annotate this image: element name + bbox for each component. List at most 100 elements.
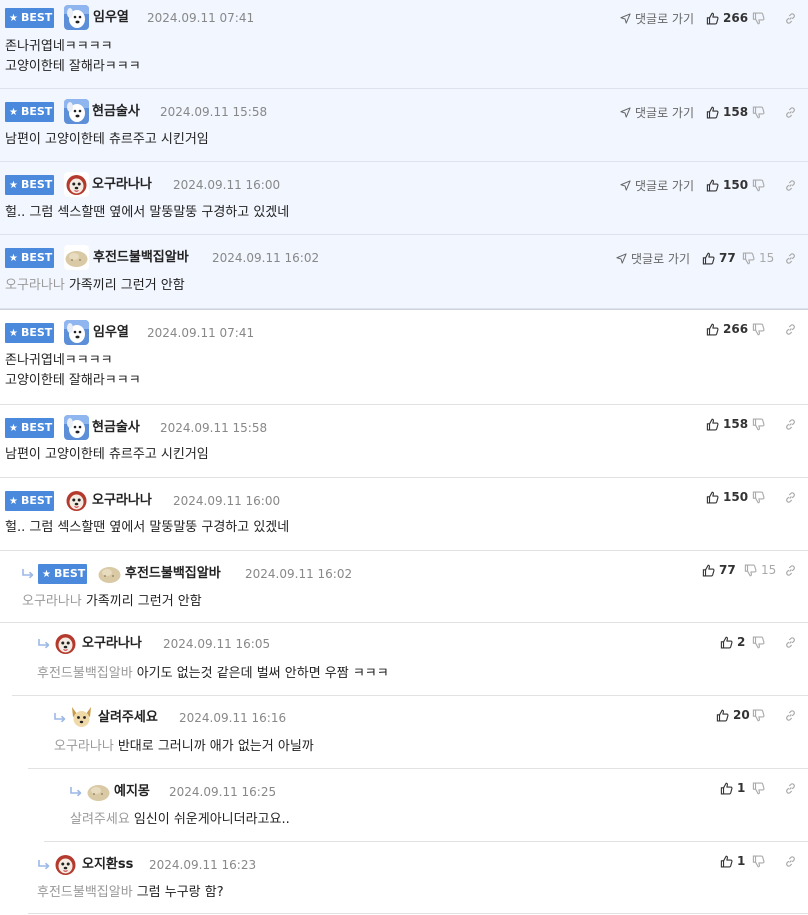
reply-arrow-icon: [53, 712, 67, 724]
best-label: BEST: [20, 178, 53, 191]
like-button[interactable]: 158: [706, 417, 752, 431]
link-icon: [784, 179, 797, 192]
comment-line: 존나귀엽네ㅋㅋㅋㅋ: [5, 353, 113, 368]
like-button[interactable]: 266: [706, 322, 752, 336]
comment-author[interactable]: 예지몽: [114, 782, 150, 802]
star-icon: ★: [9, 423, 18, 434]
mention-author[interactable]: 후전드불백집알바: [37, 885, 133, 900]
user-avatar[interactable]: [69, 705, 94, 730]
user-avatar[interactable]: [64, 172, 89, 197]
thumbs-down-icon: [752, 179, 765, 192]
goto-comment-button[interactable]: 댓글로 가기: [620, 104, 694, 121]
link-button[interactable]: [782, 179, 798, 192]
dislike-button[interactable]: [752, 709, 782, 722]
link-button[interactable]: [782, 491, 798, 504]
dislike-button[interactable]: [752, 12, 782, 25]
comment-author[interactable]: 임우열: [93, 323, 129, 343]
mention-author[interactable]: 오구라나나: [5, 278, 65, 293]
link-button[interactable]: [782, 782, 798, 795]
comment-author[interactable]: 후전드불백집알바: [93, 248, 189, 268]
dislike-button[interactable]: [752, 323, 782, 336]
link-button[interactable]: [782, 418, 798, 431]
thumbs-down-icon: [752, 782, 765, 795]
link-button[interactable]: [782, 12, 798, 25]
mention-author[interactable]: 후전드불백집알바: [37, 666, 133, 681]
comment-actions: 266: [706, 319, 798, 339]
goto-comment-button[interactable]: 댓글로 가기: [620, 10, 694, 27]
dislike-button[interactable]: 15: [744, 563, 782, 577]
comment-actions: 150: [706, 487, 798, 507]
dislike-button[interactable]: [752, 636, 782, 649]
comment-actions: 158: [706, 414, 798, 434]
link-button[interactable]: [782, 709, 798, 722]
link-button[interactable]: [782, 855, 798, 868]
comment-author[interactable]: 오지환ss: [82, 855, 133, 875]
goto-comment-button[interactable]: 댓글로 가기: [620, 177, 694, 194]
send-arrow-icon: [620, 13, 631, 24]
link-button[interactable]: [782, 252, 798, 265]
thumbs-down-icon: [752, 106, 765, 119]
comment-actions: 2: [720, 632, 798, 652]
user-avatar[interactable]: [64, 415, 89, 440]
comment-author[interactable]: 현금술사: [92, 102, 140, 122]
like-button[interactable]: 1: [720, 781, 752, 795]
thumbs-down-icon: [742, 252, 755, 265]
comment-author[interactable]: 오구라나나: [92, 491, 152, 511]
dislike-button[interactable]: [752, 418, 782, 431]
comment-body: 오구라나나 가족끼리 그런거 안함: [22, 592, 202, 612]
comment-author[interactable]: 오구라나나: [82, 634, 142, 654]
dislike-button[interactable]: 15: [742, 251, 782, 265]
dislike-button[interactable]: [752, 491, 782, 504]
comment-author[interactable]: 현금술사: [92, 418, 140, 438]
best-label: BEST: [20, 494, 53, 507]
user-avatar[interactable]: [97, 561, 122, 586]
goto-label: 댓글로 가기: [634, 105, 694, 120]
user-avatar[interactable]: [64, 245, 89, 270]
like-button[interactable]: 20: [716, 708, 752, 722]
mention-author[interactable]: 오구라나나: [22, 594, 82, 609]
mention-author[interactable]: 오구라나나: [54, 739, 114, 754]
comment-date: 2024.09.11 15:58: [160, 421, 268, 435]
comment-line: 남편이 고양이한테 츄르주고 시킨거임: [5, 447, 209, 462]
dislike-button[interactable]: [752, 782, 782, 795]
like-button[interactable]: 77: [702, 563, 744, 577]
link-button[interactable]: [782, 564, 798, 577]
link-button[interactable]: [782, 636, 798, 649]
user-avatar[interactable]: [64, 99, 89, 124]
dislike-button[interactable]: [752, 855, 782, 868]
comment-body: 남편이 고양이한테 츄르주고 시킨거임: [5, 445, 209, 465]
goto-comment-button[interactable]: 댓글로 가기: [616, 250, 690, 267]
user-avatar[interactable]: [86, 779, 111, 804]
like-button[interactable]: 2: [720, 635, 752, 649]
comment-actions: 댓글로 가기 266: [620, 8, 798, 28]
link-button[interactable]: [782, 323, 798, 336]
user-avatar[interactable]: [64, 488, 89, 513]
dislike-button[interactable]: [752, 106, 782, 119]
comment-author[interactable]: 임우열: [93, 8, 129, 28]
comment-author[interactable]: 살려주세요: [98, 708, 158, 728]
comment-actions: 77 15: [702, 560, 798, 580]
like-button[interactable]: 1: [720, 854, 752, 868]
user-avatar[interactable]: [53, 852, 78, 877]
list-bottom-divider: [28, 913, 808, 914]
best-badge: ★ BEST: [5, 175, 54, 195]
comment-author[interactable]: 후전드불백집알바: [125, 564, 221, 584]
user-avatar[interactable]: [53, 631, 78, 656]
like-button[interactable]: 158: [706, 105, 752, 119]
user-avatar[interactable]: [64, 320, 89, 345]
like-count: 266: [723, 11, 749, 25]
like-button[interactable]: 150: [706, 178, 752, 192]
mention-author[interactable]: 살려주세요: [70, 812, 130, 827]
like-button[interactable]: 150: [706, 490, 752, 504]
best-label: BEST: [20, 326, 53, 339]
link-icon: [784, 323, 797, 336]
like-count: 158: [723, 417, 749, 431]
link-button[interactable]: [782, 106, 798, 119]
like-button[interactable]: 77: [702, 251, 742, 265]
best-label: BEST: [20, 105, 53, 118]
user-avatar[interactable]: [64, 5, 89, 30]
comment-date: 2024.09.11 16:00: [173, 178, 281, 192]
like-button[interactable]: 266: [706, 11, 752, 25]
dislike-button[interactable]: [752, 179, 782, 192]
comment-author[interactable]: 오구라나나: [92, 175, 152, 195]
